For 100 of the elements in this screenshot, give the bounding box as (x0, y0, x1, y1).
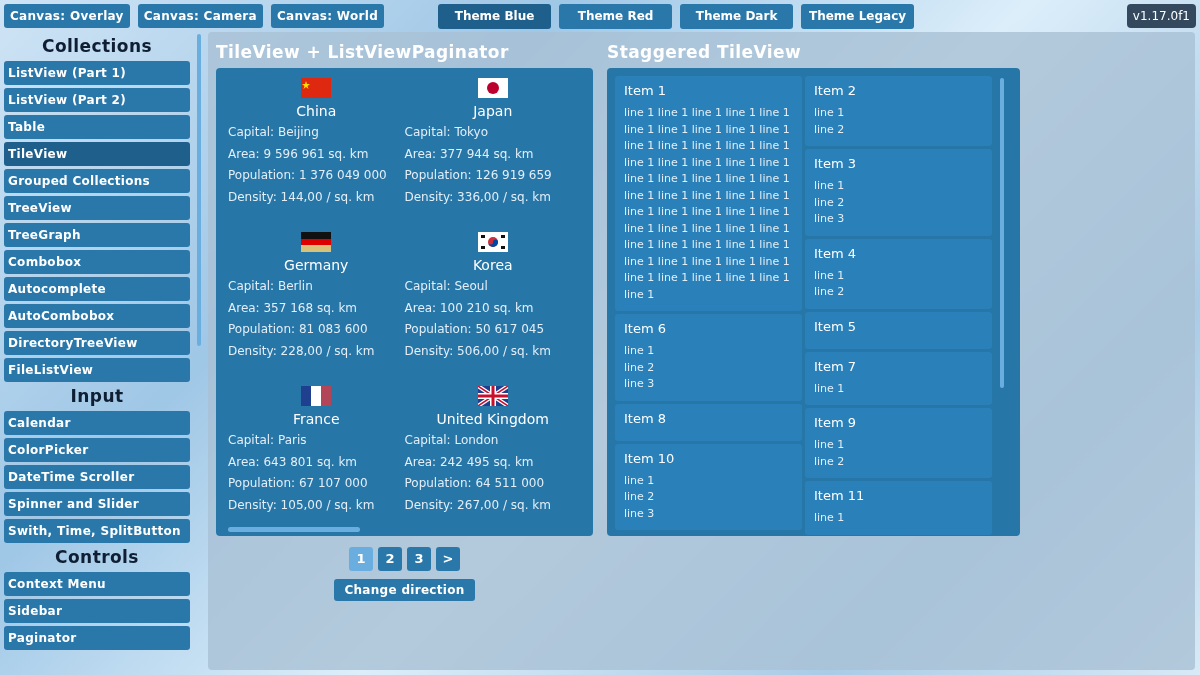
page-button[interactable]: > (436, 547, 460, 571)
tile-line: line 1 line 1 line 1 line 1 line 1 (624, 270, 791, 286)
tile-title: Item 6 (624, 320, 667, 338)
tile-title: Item 11 (814, 487, 866, 505)
sidebar-item[interactable]: Combobox (4, 250, 190, 274)
tile-line: line 1 line 1 line 1 line 1 line 1 (624, 187, 791, 204)
canvas-button[interactable]: Canvas: Camera (137, 4, 263, 28)
tile-line: line 1 line 1 line 1 line 1 line 1 (624, 204, 791, 220)
sidebar-item[interactable]: Sidebar (4, 599, 190, 623)
sidebar-item[interactable]: ListView (Part 1) (4, 61, 190, 85)
tile-title: Item 10 (624, 449, 676, 468)
tile-line: line 2 (814, 284, 846, 300)
tile-line: line 1 (814, 380, 846, 397)
tile-line: line 1 (624, 286, 656, 303)
tile-card[interactable]: Item 4 line 1 line 2 (805, 238, 992, 309)
sidebar-item[interactable]: AutoCombobox (4, 304, 190, 328)
country-detail: Density: 336,00 / sq. km (404, 188, 552, 206)
theme-tab[interactable]: Theme Legacy (801, 3, 915, 29)
page-button[interactable]: 2 (378, 547, 402, 571)
section-heading: Controls (54, 546, 140, 569)
country-detail: Capital: Berlin (228, 278, 314, 295)
country-detail: Density: 267,00 / sq. km (404, 496, 552, 514)
theme-tab[interactable]: Theme Dark (680, 3, 794, 29)
panel-title: Staggered TileView (607, 41, 803, 64)
flag-icon (301, 386, 332, 406)
tile-card[interactable]: Item 6 line 1 line 2 line 3 (615, 314, 802, 401)
sidebar-item[interactable]: TreeView (4, 196, 190, 220)
tile-card[interactable]: Item 10 line 1 line 2 line 3 (615, 443, 802, 530)
tile-line: line 2 (814, 194, 846, 211)
panel-title: TileView + ListViewPaginator (216, 41, 510, 64)
tile-title: Item 3 (814, 155, 857, 173)
canvas-button[interactable]: Canvas: World (271, 4, 385, 28)
tile-title: Item 7 (814, 357, 857, 376)
sidebar-item[interactable]: Paginator (4, 626, 190, 650)
section-heading: Input (69, 385, 125, 408)
country-name: Japan (471, 102, 514, 121)
theme-tab[interactable]: Theme Red (559, 3, 673, 29)
country-name: China (295, 102, 338, 121)
country-detail: Area: 9 596 961 sq. km (228, 145, 370, 163)
sidebar-item[interactable]: TileView (4, 142, 190, 166)
scrollbar-thumb[interactable] (228, 527, 360, 532)
flag-icon (301, 78, 332, 98)
tile-title: Item 4 (814, 244, 857, 263)
country-detail: Area: 100 210 sq. km (404, 299, 535, 317)
tile-card[interactable]: Item 8 (615, 403, 802, 441)
change-direction-button[interactable]: Change direction (334, 579, 475, 601)
country-detail: Area: 242 495 sq. km (404, 453, 535, 471)
scrollbar-thumb[interactable] (197, 34, 201, 346)
country-detail: Capital: London (404, 432, 500, 449)
country-detail: Capital: Beijing (228, 124, 320, 141)
flag-icon (477, 232, 508, 252)
country-detail: Density: 105,00 / sq. km (228, 496, 376, 514)
tile-line: line 1 line 1 line 1 line 1 line 1 (624, 237, 791, 253)
sidebar-item[interactable]: Table (4, 115, 190, 139)
sidebar-item[interactable]: Spinner and Slider (4, 492, 190, 516)
sidebar-item[interactable]: ColorPicker (4, 438, 190, 462)
sidebar-item[interactable]: Context Menu (4, 572, 190, 596)
sidebar-item[interactable]: Swith, Time, SplitButton (4, 519, 190, 543)
sidebar-item[interactable]: TreeGraph (4, 223, 190, 247)
canvas-button[interactable]: Canvas: Overlay (4, 4, 130, 28)
tile-line: line 1 line 1 line 1 line 1 line 1 (624, 121, 791, 138)
version-badge: v1.17.0f1 (1126, 4, 1196, 28)
tile-title: Item 1 (624, 82, 667, 100)
sidebar-item[interactable]: DirectoryTreeView (4, 331, 190, 355)
tile-card[interactable]: Item 7 line 1 (805, 351, 992, 405)
tile-card[interactable]: Item 9 line 1 line 2 (805, 408, 992, 478)
country-detail: Area: 643 801 sq. km (228, 453, 359, 471)
country-detail: Area: 377 944 sq. km (404, 145, 535, 163)
tile-line: line 1 (814, 267, 846, 284)
tile-title: Item 2 (814, 82, 857, 100)
tile-title: Item 8 (624, 409, 667, 428)
theme-tab[interactable]: Theme Blue (438, 3, 552, 29)
tile-card[interactable]: Item 3 line 1 line 2 line 3 (805, 149, 992, 236)
country-detail: Density: 228,00 / sq. km (228, 342, 376, 360)
sidebar-item[interactable]: Autocomplete (4, 277, 190, 301)
country-name: Korea (471, 256, 514, 275)
tile-card[interactable]: Item 2 line 1 line 2 (805, 76, 992, 146)
sidebar-item[interactable]: ListView (Part 2) (4, 88, 190, 112)
country-detail: Population: 50 617 045 (404, 321, 546, 338)
country-detail: Capital: Tokyo (404, 124, 490, 141)
country-name: United Kingdom (435, 410, 550, 429)
country-detail: Population: 126 919 659 (404, 167, 553, 184)
country-detail: Density: 506,00 / sq. km (404, 342, 552, 360)
sidebar-item[interactable]: Calendar (4, 411, 190, 435)
tile-line: line 2 (814, 453, 846, 470)
sidebar-item[interactable]: FileListView (4, 358, 190, 382)
tile-line: line 1 line 1 line 1 line 1 line 1 (624, 154, 791, 171)
tile-card[interactable]: Item 11 line 1 (805, 481, 992, 535)
scrollbar-thumb[interactable] (1000, 78, 1004, 388)
country-detail: Density: 144,00 / sq. km (228, 188, 376, 206)
country-detail: Population: 1 376 049 000 (228, 167, 388, 184)
tile-line: line 2 (814, 121, 846, 138)
tile-card[interactable]: Item 5 (805, 311, 992, 349)
sidebar-item[interactable]: Grouped Collections (4, 169, 190, 193)
tile-line: line 1 line 1 line 1 line 1 line 1 (624, 138, 791, 154)
tile-line: line 3 (814, 211, 846, 227)
sidebar-item[interactable]: DateTime Scroller (4, 465, 190, 489)
page-button[interactable]: 3 (407, 547, 431, 571)
flag-icon (301, 232, 332, 252)
tile-line: line 1 (624, 472, 656, 489)
